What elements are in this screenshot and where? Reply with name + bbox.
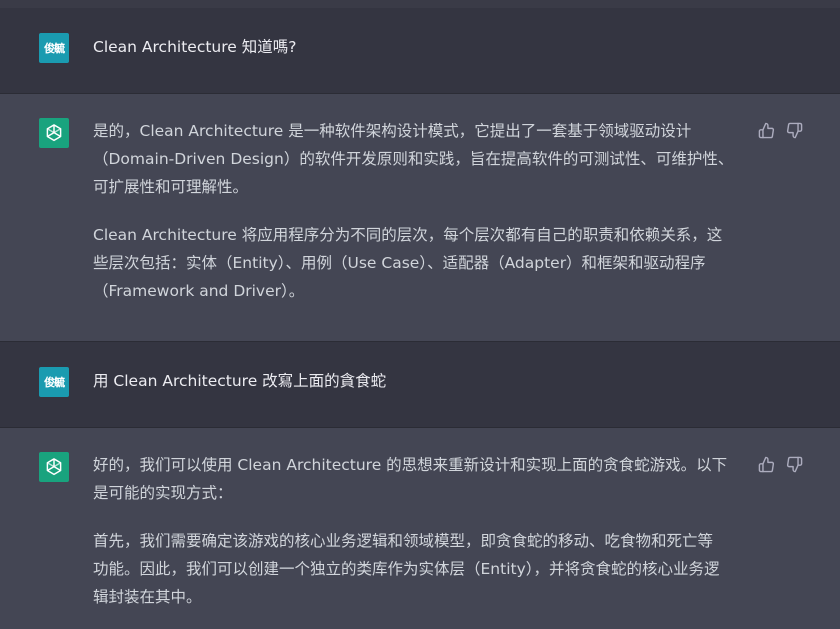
text-line: Clean Architecture 将应用程序分为不同的层次，每个层次都有自己… [93,226,723,244]
text-line: 是的，Clean Architecture 是一种软件架构设计模式，它提出了一套… [93,122,692,140]
text-line: 些层次包括：实体（Entity）、用例（Use Case）、适配器（Adapte… [93,254,706,272]
text-line: 好的，我们可以使用 Clean Architecture 的思想来重新设计和实现… [93,456,728,474]
thumbs-down-button[interactable] [785,455,803,473]
thumbs-down-icon [786,456,802,472]
thumbs-up-icon [758,456,774,472]
assistant-message-body: 是的，Clean Architecture 是一种软件架构设计模式，它提出了一套… [93,117,743,325]
text-line: （Domain-Driven Design）的软件开发原则和实践，旨在提高软件的… [93,150,734,168]
user-message-text: Clean Architecture 知道嗎? [93,38,297,56]
openai-logo-icon [39,118,69,148]
user-avatar: 俊毓 [39,33,69,63]
thumbs-down-button[interactable] [785,121,803,139]
thumbs-down-icon [786,122,802,138]
user-avatar: 俊毓 [39,367,69,397]
text-line: 首先，我们需要确定该游戏的核心业务逻辑和领域模型，即贪食蛇的移动、吃食物和死亡等 [93,532,714,550]
assistant-paragraph: 首先，我们需要确定该游戏的核心业务逻辑和领域模型，即贪食蛇的移动、吃食物和死亡等… [93,527,743,611]
user-message-text: 用 Clean Architecture 改寫上面的貪食蛇 [93,372,387,390]
assistant-message-1: 是的，Clean Architecture 是一种软件架构设计模式，它提出了一套… [0,94,840,342]
user-avatar-text: 俊毓 [44,376,65,389]
assistant-paragraph: 好的，我们可以使用 Clean Architecture 的思想来重新设计和实现… [93,451,743,507]
assistant-paragraph: 是的，Clean Architecture 是一种软件架构设计模式，它提出了一套… [93,117,743,201]
feedback-buttons [757,455,803,473]
assistant-message-body: 好的，我们可以使用 Clean Architecture 的思想来重新设计和实现… [93,451,743,629]
top-divider [0,0,840,8]
thumbs-up-icon [758,122,774,138]
text-line: 功能。因此，我们可以创建一个独立的类库作为实体层（Entity），并将贪食蛇的核… [93,560,720,578]
assistant-message-2: 好的，我们可以使用 Clean Architecture 的思想来重新设计和实现… [0,428,840,629]
feedback-buttons [757,121,803,139]
user-message-1: 俊毓 Clean Architecture 知道嗎? [0,8,840,94]
chat-page: 俊毓 Clean Architecture 知道嗎? 是的，Clean Arch… [0,0,840,629]
assistant-paragraph: Clean Architecture 将应用程序分为不同的层次，每个层次都有自己… [93,221,743,305]
text-line: 辑封装在其中。 [93,588,202,606]
openai-logo-icon [39,452,69,482]
thumbs-up-button[interactable] [757,121,775,139]
user-message-2: 俊毓 用 Clean Architecture 改寫上面的貪食蛇 [0,342,840,428]
text-line: （Framework and Driver）。 [93,282,305,300]
text-line: 可扩展性和可理解性。 [93,178,249,196]
thumbs-up-button[interactable] [757,455,775,473]
text-line: 是可能的实现方式： [93,484,233,502]
user-avatar-text: 俊毓 [44,42,65,55]
